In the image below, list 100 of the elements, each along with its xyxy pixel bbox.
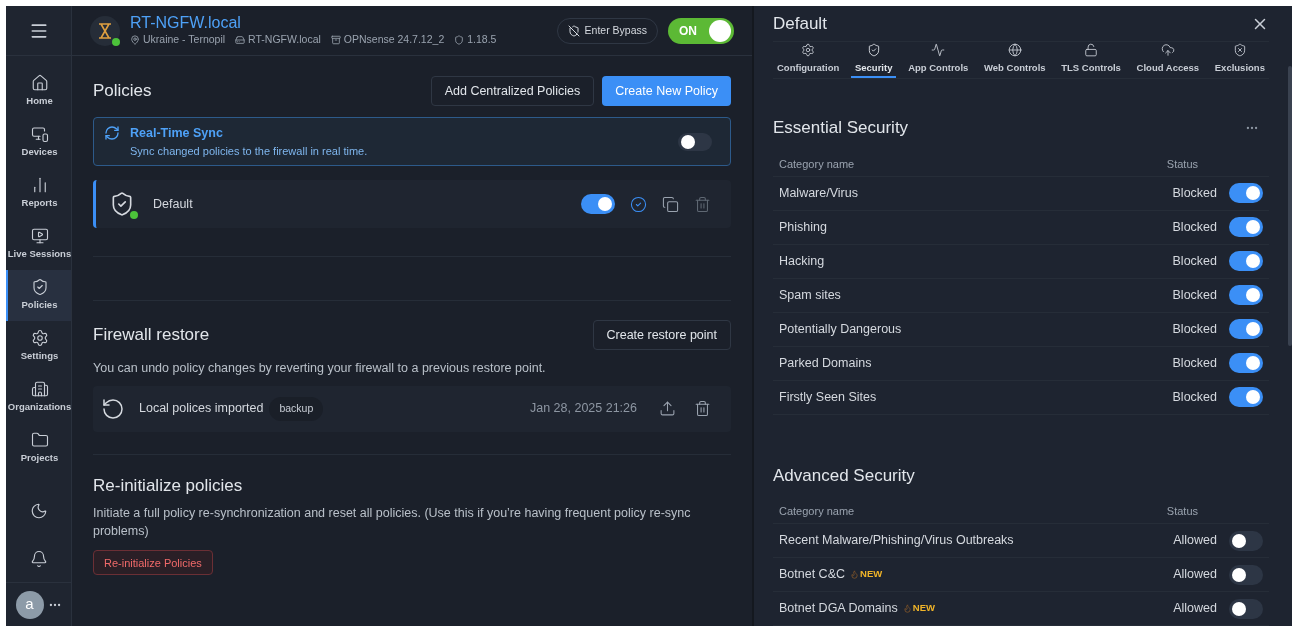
sidebar-item[interactable]: Live Sessions: [6, 219, 71, 270]
unlock-icon: [1084, 42, 1099, 57]
device-version: 1.18.5: [467, 31, 497, 47]
toggle-switch[interactable]: [1229, 251, 1263, 271]
sidebar-item[interactable]: Projects: [6, 423, 71, 474]
section-title: Re-initialize policies: [93, 474, 244, 497]
sidebar-item[interactable]: Settings: [6, 321, 71, 372]
toggle-switch[interactable]: [1229, 353, 1263, 373]
settings-icon: [801, 42, 816, 57]
toggle-switch[interactable]: [1229, 387, 1263, 407]
category-name: Spam sites: [779, 286, 841, 304]
category-name: Botnet C&C: [779, 566, 845, 584]
restore-date: Jan 28, 2025 21:26: [529, 400, 637, 418]
shield-off-icon: [1232, 42, 1247, 57]
toggle-switch[interactable]: [1229, 217, 1263, 237]
sidebar-item[interactable]: Organizations: [6, 372, 71, 423]
undo-icon: [101, 396, 125, 421]
sidebar-item[interactable]: Policies: [6, 270, 71, 321]
column-header: Status: [1166, 504, 1198, 520]
flame-icon: [850, 570, 859, 579]
sidebar-item[interactable]: Home: [6, 66, 71, 117]
policy-row[interactable]: Default: [93, 180, 731, 228]
moon-icon[interactable]: [29, 502, 48, 520]
category-status: Allowed: [1173, 566, 1217, 584]
sidebar-item[interactable]: Reports: [6, 168, 71, 219]
bell-icon[interactable]: [29, 550, 48, 568]
check-circle-icon[interactable]: [630, 195, 647, 213]
column-header: Status: [1166, 156, 1198, 172]
restore-point-name: Local polices imported: [139, 400, 264, 418]
globe-icon: [1007, 42, 1022, 57]
trash-icon[interactable]: [694, 400, 711, 418]
category-name: Botnet DGA Domains: [779, 600, 898, 618]
category-name: Parked Domains: [779, 354, 872, 372]
section-title: Firewall restore: [93, 324, 210, 347]
location-pin-icon: [130, 34, 140, 45]
box-icon: [330, 34, 341, 45]
upload-icon[interactable]: [659, 400, 676, 418]
tab[interactable]: Exclusions: [1210, 42, 1269, 78]
shield-icon: [454, 34, 465, 45]
tag: backup: [269, 396, 324, 421]
reinitialize-button[interactable]: Re-initialize Policies: [93, 550, 213, 576]
toggle-switch[interactable]: [581, 194, 615, 214]
settings-icon: [30, 329, 49, 348]
shield-off-icon: [567, 24, 580, 37]
toggle-switch[interactable]: [1229, 530, 1263, 551]
category-name: Recent Malware/Phishing/Virus Outbreaks: [779, 532, 1014, 550]
device-hostname[interactable]: RT-NGFW.local: [130, 13, 497, 32]
toggle-switch[interactable]: [678, 132, 712, 151]
page-title: Policies: [93, 80, 152, 103]
toggle-switch[interactable]: [1229, 598, 1263, 619]
toggle-switch[interactable]: [1229, 285, 1263, 305]
new-label: NEW: [912, 601, 935, 616]
play-screen-icon: [30, 227, 49, 246]
tab[interactable]: Cloud Access: [1132, 42, 1204, 78]
shield-check-icon: [866, 42, 881, 57]
hourglass-icon: [96, 21, 114, 40]
category-name: Malware/Virus: [779, 184, 858, 202]
category-status: Blocked: [1172, 252, 1217, 270]
building-icon: [30, 380, 49, 399]
device-name: RT-NGFW.local: [248, 31, 321, 47]
policy-name: Default: [153, 195, 193, 213]
category-status: Blocked: [1172, 320, 1217, 338]
category-status: Allowed: [1173, 532, 1217, 550]
column-header: Category name: [779, 156, 855, 172]
device-os: OPNsense 24.7.12_2: [343, 31, 445, 47]
trash-icon[interactable]: [694, 195, 711, 213]
tab[interactable]: Configuration: [773, 42, 844, 78]
category-status: Blocked: [1172, 286, 1217, 304]
category-status: Blocked: [1172, 388, 1217, 406]
panel-title: Default: [773, 12, 827, 35]
sync-icon: [104, 125, 120, 141]
sync-title: Real-Time Sync: [130, 124, 224, 142]
sidebar-item[interactable]: Devices: [6, 117, 71, 168]
tab[interactable]: Web Controls: [980, 42, 1050, 78]
toggle-switch[interactable]: [1229, 183, 1263, 203]
shield-icon: [30, 278, 49, 297]
tab[interactable]: App Controls: [904, 42, 973, 78]
tab[interactable]: TLS Controls: [1057, 42, 1125, 78]
toggle-switch[interactable]: [1229, 564, 1263, 585]
category-name: Hacking: [779, 252, 825, 270]
devices-icon: [30, 125, 49, 144]
add-centralized-button[interactable]: Add Centralized Policies: [430, 76, 595, 106]
category-status: Blocked: [1172, 218, 1217, 236]
home-icon: [30, 74, 49, 93]
category-status: Blocked: [1172, 184, 1217, 202]
create-restore-button[interactable]: Create restore point: [592, 320, 731, 350]
category-name: Firstly Seen Sites: [779, 388, 877, 406]
copy-icon[interactable]: [662, 195, 679, 213]
flame-icon: [902, 604, 912, 613]
category-status: Blocked: [1172, 354, 1217, 372]
section-description: You can undo policy changes by reverting your firewall to a previous restore point.: [93, 360, 547, 377]
toggle-switch[interactable]: [1229, 319, 1263, 339]
category-status: Allowed: [1173, 600, 1217, 618]
tab[interactable]: Security: [850, 42, 897, 78]
category-name: Phishing: [779, 218, 827, 236]
drive-icon: [235, 34, 246, 45]
section-title: Advanced Security: [773, 464, 915, 487]
column-header: Category name: [779, 504, 855, 520]
new-label: NEW: [860, 567, 883, 582]
sync-description: Sync changed policies to the firewall in real time.: [130, 143, 368, 159]
